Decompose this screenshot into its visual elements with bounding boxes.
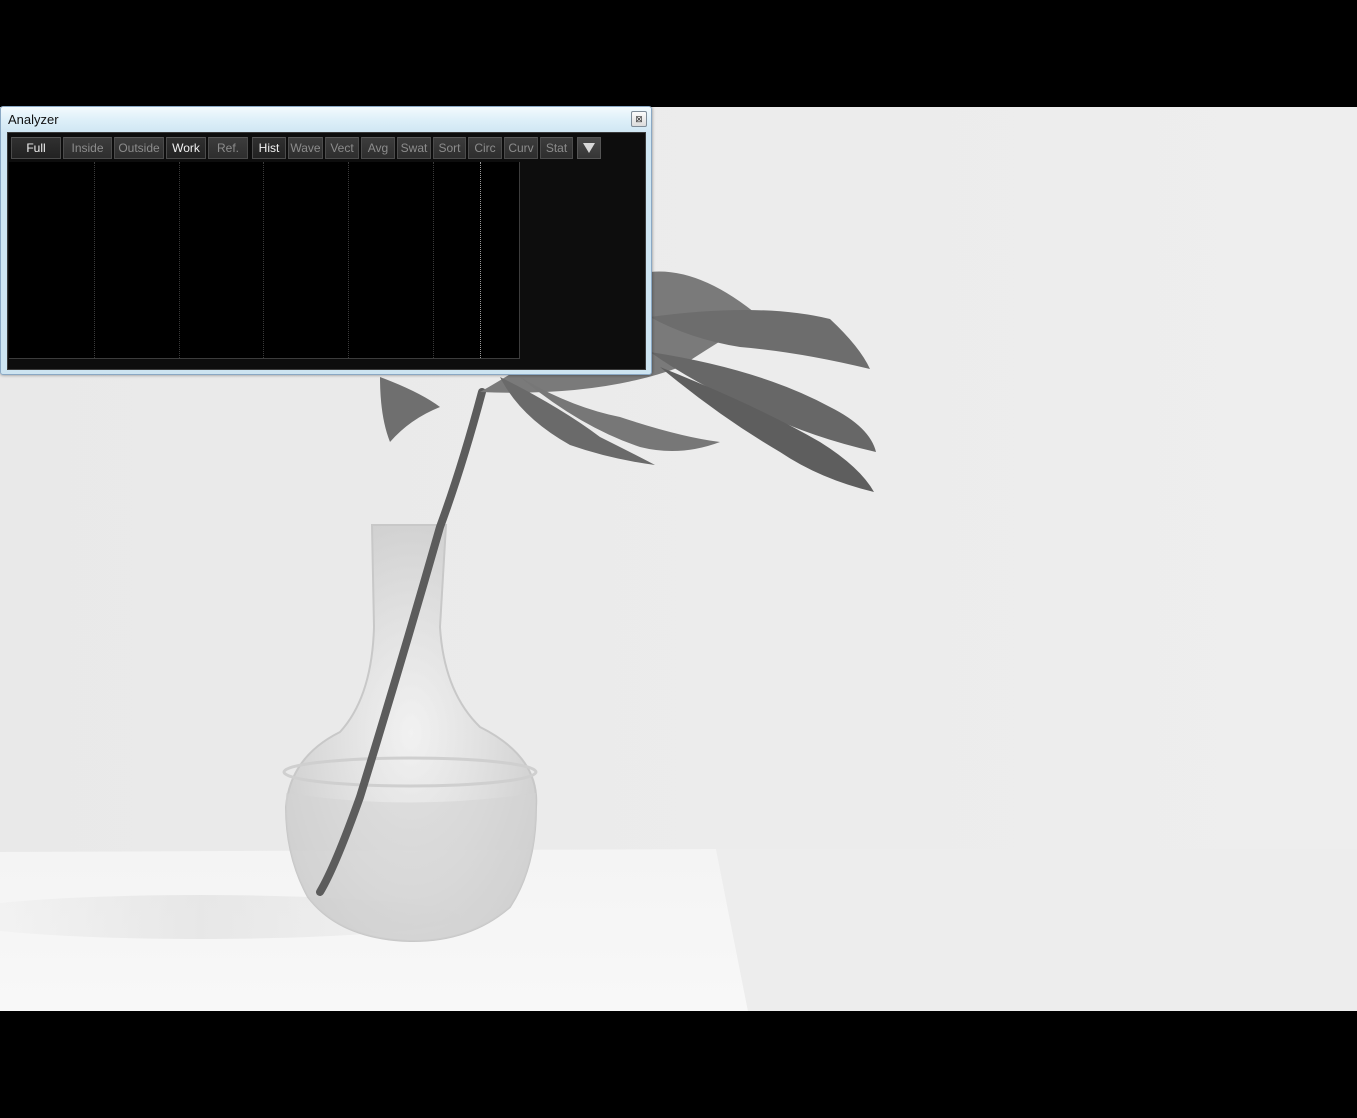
triangle-down-icon	[583, 143, 595, 153]
grid-line	[179, 162, 180, 358]
histogram-marker-line[interactable]	[480, 162, 481, 358]
analyzer-toolbar: Full Inside Outside Work Ref. Hist Wave …	[11, 137, 601, 160]
outside-button[interactable]: Outside	[114, 137, 164, 159]
close-button[interactable]: ⊠	[631, 111, 647, 127]
swat-button[interactable]: Swat	[397, 137, 431, 159]
circ-button[interactable]: Circ	[468, 137, 502, 159]
more-dropdown-button[interactable]	[577, 137, 601, 159]
wave-button[interactable]: Wave	[288, 137, 323, 159]
full-button[interactable]: Full	[11, 137, 61, 159]
vect-button[interactable]: Vect	[325, 137, 359, 159]
sort-button[interactable]: Sort	[433, 137, 466, 159]
hist-button[interactable]: Hist	[252, 137, 286, 159]
grid-line	[94, 162, 95, 358]
analyzer-window[interactable]: Analyzer ⊠ Full Inside Outside Work Ref.…	[0, 106, 652, 375]
avg-button[interactable]: Avg	[361, 137, 395, 159]
curv-button[interactable]: Curv	[504, 137, 538, 159]
close-icon: ⊠	[635, 113, 643, 124]
analyzer-panel: Full Inside Outside Work Ref. Hist Wave …	[7, 132, 646, 370]
ref-button[interactable]: Ref.	[208, 137, 248, 159]
grid-line	[348, 162, 349, 358]
histogram-plot[interactable]	[9, 162, 520, 359]
window-title: Analyzer	[8, 112, 59, 127]
screen: Analyzer ⊠ Full Inside Outside Work Ref.…	[0, 0, 1357, 1118]
stat-button[interactable]: Stat	[540, 137, 573, 159]
grid-line	[433, 162, 434, 358]
grid-line	[263, 162, 264, 358]
inside-button[interactable]: Inside	[63, 137, 112, 159]
work-button[interactable]: Work	[166, 137, 206, 159]
